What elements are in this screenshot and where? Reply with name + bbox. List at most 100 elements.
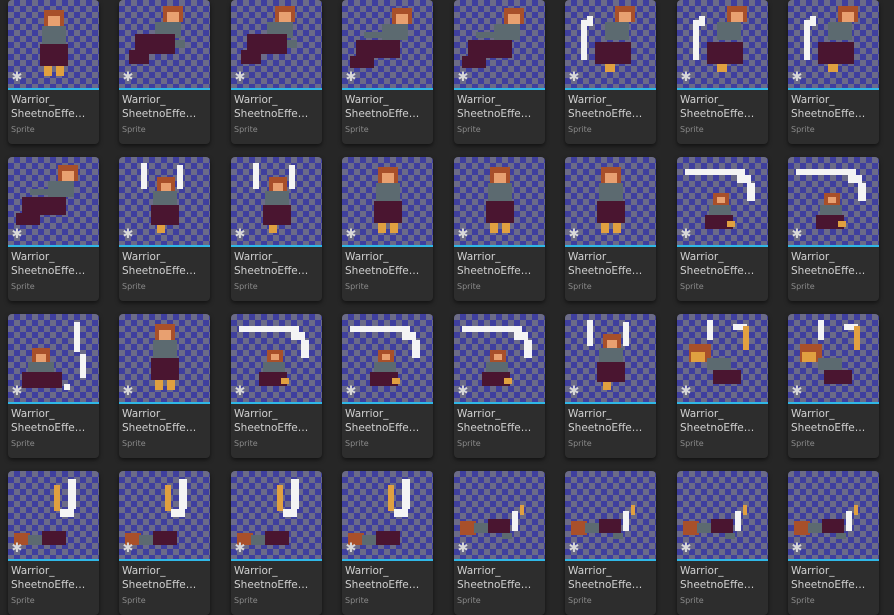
asset-tile[interactable]: ✱ Warrior_ SheetnoEffe… Sprite bbox=[119, 157, 210, 301]
asset-type-color-bar bbox=[8, 88, 99, 90]
asset-thumbnail: ✱ bbox=[565, 314, 656, 402]
asset-thumbnail: ✱ bbox=[231, 157, 322, 245]
asset-tile[interactable]: ✱ Warrior_ SheetnoEffe… Sprite bbox=[677, 0, 768, 144]
asterisk-icon: ✱ bbox=[680, 227, 692, 242]
asset-tile[interactable]: ✱ Warrior_ SheetnoEffe… Sprite bbox=[8, 471, 99, 615]
asset-type-label: Sprite bbox=[568, 125, 592, 134]
asset-name: Warrior_ SheetnoEffe… bbox=[791, 408, 866, 434]
asterisk-icon: ✱ bbox=[568, 70, 580, 85]
asset-tile[interactable]: ✱ Warrior_ SheetnoEffe… Sprite bbox=[231, 471, 322, 615]
asset-thumbnail: ✱ bbox=[454, 157, 545, 245]
asterisk-icon: ✱ bbox=[345, 541, 357, 556]
asset-tile[interactable]: ✱ Warrior_ SheetnoEffe… Sprite bbox=[788, 471, 879, 615]
asset-type-color-bar bbox=[454, 88, 545, 90]
asset-name: Warrior_ SheetnoEffe… bbox=[457, 251, 532, 277]
asset-tile[interactable]: ✱ Warrior_ SheetnoEffe… Sprite bbox=[342, 471, 433, 615]
asset-tile[interactable]: ✱ Warrior_ SheetnoEffe… Sprite bbox=[677, 157, 768, 301]
asterisk-icon: ✱ bbox=[568, 541, 580, 556]
asterisk-icon: ✱ bbox=[122, 384, 134, 399]
asset-name: Warrior_ SheetnoEffe… bbox=[345, 408, 420, 434]
asset-thumbnail: ✱ bbox=[119, 314, 210, 402]
asset-name: Warrior_ SheetnoEffe… bbox=[791, 251, 866, 277]
asset-thumbnail: ✱ bbox=[119, 157, 210, 245]
asset-type-color-bar bbox=[119, 559, 210, 561]
asset-type-label: Sprite bbox=[680, 282, 704, 291]
asset-tile[interactable]: ✱ Warrior_ SheetnoEffe… Sprite bbox=[454, 0, 545, 144]
asset-type-color-bar bbox=[342, 88, 433, 90]
asset-tile[interactable]: ✱ Warrior_ SheetnoEffe… Sprite bbox=[454, 314, 545, 458]
asset-name: Warrior_ SheetnoEffe… bbox=[234, 408, 309, 434]
asset-type-label: Sprite bbox=[457, 282, 481, 291]
asset-thumbnail: ✱ bbox=[231, 314, 322, 402]
asset-tile[interactable]: ✱ Warrior_ SheetnoEffe… Sprite bbox=[454, 471, 545, 615]
asset-type-label: Sprite bbox=[234, 125, 258, 134]
asset-tile[interactable]: ✱ Warrior_ SheetnoEffe… Sprite bbox=[231, 0, 322, 144]
asset-type-color-bar bbox=[788, 402, 879, 404]
asterisk-icon: ✱ bbox=[345, 70, 357, 85]
asset-type-color-bar bbox=[231, 402, 322, 404]
asset-tile[interactable]: ✱ Warrior_ SheetnoEffe… Sprite bbox=[677, 314, 768, 458]
asset-tile[interactable]: ✱ Warrior_ SheetnoEffe… Sprite bbox=[788, 314, 879, 458]
asset-type-color-bar bbox=[8, 402, 99, 404]
asset-name: Warrior_ SheetnoEffe… bbox=[791, 565, 866, 591]
asset-type-color-bar bbox=[342, 559, 433, 561]
asset-tile[interactable]: ✱ Warrior_ SheetnoEffe… Sprite bbox=[119, 471, 210, 615]
asset-type-label: Sprite bbox=[122, 125, 146, 134]
asset-tile[interactable]: ✱ Warrior_ SheetnoEffe… Sprite bbox=[231, 314, 322, 458]
asset-tile[interactable]: ✱ Warrior_ SheetnoEffe… Sprite bbox=[342, 0, 433, 144]
asset-thumbnail: ✱ bbox=[342, 471, 433, 559]
asset-tile[interactable]: ✱ Warrior_ SheetnoEffe… Sprite bbox=[677, 471, 768, 615]
asterisk-icon: ✱ bbox=[122, 541, 134, 556]
asset-type-label: Sprite bbox=[345, 596, 369, 605]
asset-tile[interactable]: ✱ Warrior_ SheetnoEffe… Sprite bbox=[788, 0, 879, 144]
asset-type-color-bar bbox=[119, 88, 210, 90]
asset-thumbnail: ✱ bbox=[788, 314, 879, 402]
asset-type-color-bar bbox=[231, 559, 322, 561]
asset-tile[interactable]: ✱ Warrior_ SheetnoEffe… Sprite bbox=[565, 314, 656, 458]
asset-type-label: Sprite bbox=[11, 596, 35, 605]
asset-tile[interactable]: ✱ Warrior_ SheetnoEffe… Sprite bbox=[8, 0, 99, 144]
asterisk-icon: ✱ bbox=[680, 70, 692, 85]
asset-type-color-bar bbox=[788, 88, 879, 90]
asset-tile[interactable]: ✱ Warrior_ SheetnoEffe… Sprite bbox=[565, 471, 656, 615]
asset-grid: ✱ Warrior_ SheetnoEffe… Sprite ✱ Warrior_ Sh… bbox=[0, 0, 894, 615]
asterisk-icon: ✱ bbox=[568, 227, 580, 242]
asset-thumbnail: ✱ bbox=[565, 157, 656, 245]
asset-tile[interactable]: ✱ Warrior_ SheetnoEffe… Sprite bbox=[342, 314, 433, 458]
asset-type-color-bar bbox=[454, 559, 545, 561]
asset-tile[interactable]: ✱ Warrior_ SheetnoEffe… Sprite bbox=[119, 314, 210, 458]
asset-thumbnail: ✱ bbox=[8, 0, 99, 88]
asset-type-label: Sprite bbox=[680, 125, 704, 134]
asset-type-color-bar bbox=[8, 559, 99, 561]
asset-tile[interactable]: ✱ Warrior_ SheetnoEffe… Sprite bbox=[454, 157, 545, 301]
asset-name: Warrior_ SheetnoEffe… bbox=[11, 94, 86, 120]
asset-thumbnail: ✱ bbox=[342, 0, 433, 88]
asterisk-icon: ✱ bbox=[457, 541, 469, 556]
asset-tile[interactable]: ✱ Warrior_ SheetnoEffe… Sprite bbox=[231, 157, 322, 301]
asset-type-color-bar bbox=[677, 245, 768, 247]
asset-name: Warrior_ SheetnoEffe… bbox=[234, 251, 309, 277]
asset-type-label: Sprite bbox=[568, 282, 592, 291]
asset-tile[interactable]: ✱ Warrior_ SheetnoEffe… Sprite bbox=[788, 157, 879, 301]
asset-name: Warrior_ SheetnoEffe… bbox=[122, 251, 197, 277]
asset-type-color-bar bbox=[8, 245, 99, 247]
asset-tile[interactable]: ✱ Warrior_ SheetnoEffe… Sprite bbox=[565, 157, 656, 301]
asset-name: Warrior_ SheetnoEffe… bbox=[680, 251, 755, 277]
asset-tile[interactable]: ✱ Warrior_ SheetnoEffe… Sprite bbox=[565, 0, 656, 144]
asset-type-label: Sprite bbox=[11, 125, 35, 134]
asset-type-color-bar bbox=[231, 245, 322, 247]
asset-type-label: Sprite bbox=[122, 439, 146, 448]
asset-name: Warrior_ SheetnoEffe… bbox=[122, 94, 197, 120]
asterisk-icon: ✱ bbox=[457, 70, 469, 85]
asset-thumbnail: ✱ bbox=[8, 314, 99, 402]
asset-tile[interactable]: ✱ Warrior_ SheetnoEffe… Sprite bbox=[8, 157, 99, 301]
asterisk-icon: ✱ bbox=[791, 541, 803, 556]
asterisk-icon: ✱ bbox=[122, 70, 134, 85]
asset-type-label: Sprite bbox=[791, 125, 815, 134]
asset-thumbnail: ✱ bbox=[677, 471, 768, 559]
asset-tile[interactable]: ✱ Warrior_ SheetnoEffe… Sprite bbox=[342, 157, 433, 301]
asset-tile[interactable]: ✱ Warrior_ SheetnoEffe… Sprite bbox=[119, 0, 210, 144]
asset-type-label: Sprite bbox=[11, 439, 35, 448]
asset-thumbnail: ✱ bbox=[8, 157, 99, 245]
asset-tile[interactable]: ✱ Warrior_ SheetnoEffe… Sprite bbox=[8, 314, 99, 458]
